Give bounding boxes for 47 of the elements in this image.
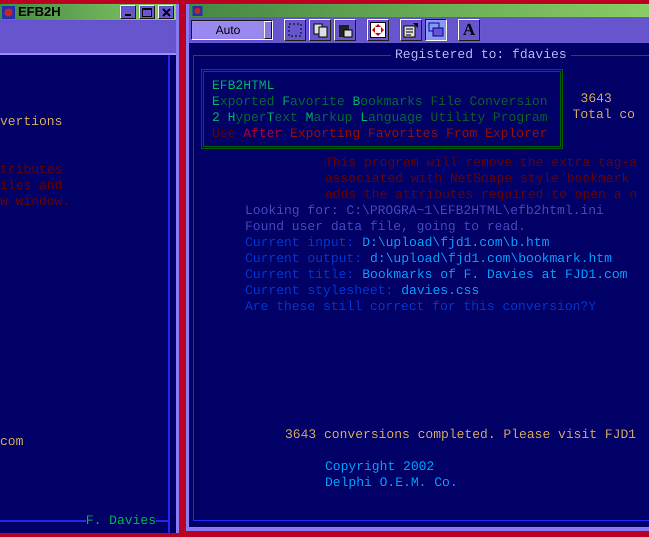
window-title: EFB2H: [18, 4, 62, 20]
log-text: Found user data file, going to read.: [245, 219, 526, 235]
selection-icon: [288, 23, 302, 37]
count-text: 3643: [580, 91, 613, 107]
console-text: com: [0, 434, 24, 450]
description-text: adds the attributes required to open a n: [324, 187, 638, 203]
description-text: This program will remove the extra tag-a: [324, 155, 638, 171]
description-text: associated with NetScape style bookmark: [324, 171, 630, 187]
console-text: w window.: [0, 194, 72, 210]
log-value: Bookmarks of F. Davies at FJD1.com: [362, 267, 628, 283]
log-text: Current stylesheet:: [245, 283, 394, 299]
credit-text: Delphi O.E.M. Co.: [324, 475, 459, 491]
mode-dropdown[interactable]: Auto: [191, 20, 273, 40]
log-value: davies.css: [401, 283, 480, 299]
move-arrows-icon: [370, 22, 386, 38]
credit-text: Copyright 2002: [324, 459, 436, 475]
log-text: Current title:: [245, 267, 354, 283]
console-text: vertions: [0, 114, 64, 130]
log-text: Current output:: [245, 251, 362, 267]
close-icon: [162, 8, 170, 16]
maximize-icon: [142, 8, 152, 16]
copy-icon: [312, 22, 328, 38]
log-text: Current input:: [245, 235, 354, 251]
close-button[interactable]: [158, 5, 174, 19]
log-value: D:\upload\fjd1.com\b.htm: [362, 235, 550, 251]
maximize-button[interactable]: [139, 5, 155, 19]
properties-icon: [403, 22, 419, 38]
app-icon: [2, 6, 15, 18]
banner-text: Exported Favorite Bookmarks File Conversion: [212, 94, 548, 110]
banner-text: 2 HyperText Markup Language Utility Program: [212, 110, 548, 126]
console-text: tributes: [0, 162, 64, 178]
paste-icon: [338, 22, 352, 38]
log-value: d:\upload\fjd1.com\bookmark.htm: [370, 251, 612, 267]
banner-text: EFB2HTML: [212, 78, 276, 94]
log-text: Are these still correct for this conversion?Y: [245, 299, 596, 315]
registration-text: Registered to: fdavies: [394, 47, 568, 63]
toolbar-button[interactable]: [425, 19, 447, 41]
summary-text: 3643 conversions completed. Please visit FJD1: [284, 427, 638, 443]
console-text: iles and: [0, 178, 64, 194]
log-text: Looking for: C:\PROGRA~1\EFB2HTML\efb2html.ini: [245, 203, 604, 219]
author-text: F. Davies: [86, 513, 156, 529]
app-icon: [191, 6, 204, 16]
minimize-button[interactable]: [120, 5, 136, 19]
windows-icon: [428, 22, 444, 38]
total-label: Total co: [572, 107, 635, 123]
banner-text: Use After Exporting Favorites From Explorer: [212, 126, 548, 142]
font-button[interactable]: A: [458, 19, 480, 41]
